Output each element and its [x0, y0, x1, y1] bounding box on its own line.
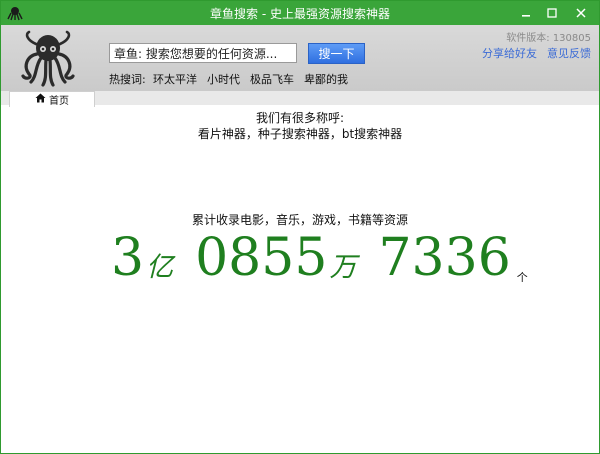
- intro-heading: 我们有很多称呼:: [255, 111, 345, 125]
- header: 搜一下 热搜词: 环太平洋 小时代 极品飞车 卑鄙的我 软件版本: 130805…: [1, 25, 599, 91]
- octopus-logo-icon: [19, 30, 77, 88]
- unit-yi: 亿: [146, 252, 174, 283]
- search-button[interactable]: 搜一下: [308, 43, 365, 64]
- tab-home-label: 首页: [49, 96, 69, 107]
- maximize-icon: [547, 3, 557, 22]
- share-link[interactable]: 分享给好友: [482, 45, 537, 61]
- count-ge: 7336: [378, 228, 511, 288]
- minimize-button[interactable]: [513, 2, 539, 22]
- home-icon: [35, 93, 46, 106]
- version-label: 软件版本: 130805: [506, 33, 591, 44]
- hot-word-link[interactable]: 环太平洋: [153, 71, 197, 87]
- main-content: 我们有很多称呼: 看片神器，种子搜索神器，bt搜索神器 累计收录电影，音乐，游戏…: [1, 107, 599, 453]
- search-input[interactable]: [109, 43, 297, 63]
- maximize-button[interactable]: [539, 2, 565, 22]
- hot-search-label: 热搜词:: [109, 73, 146, 86]
- tab-home[interactable]: 首页: [9, 91, 95, 107]
- minimize-icon: [521, 3, 531, 22]
- title-bar[interactable]: 章鱼搜索 - 史上最强资源搜索神器: [1, 1, 599, 25]
- stats-caption: 累计收录电影，音乐，游戏，书籍等资源: [191, 213, 408, 227]
- resource-count: 3 亿 0855 万 7336 个: [111, 227, 528, 289]
- hot-search-list: 环太平洋 小时代 极品飞车 卑鄙的我: [153, 71, 348, 87]
- feedback-link[interactable]: 意见反馈: [547, 45, 591, 61]
- unit-ge: 个: [516, 271, 528, 284]
- intro-subtitle: 看片神器，种子搜索神器，bt搜索神器: [197, 127, 403, 141]
- hot-word-link[interactable]: 极品飞车: [250, 71, 294, 87]
- close-icon: [576, 3, 586, 22]
- hot-word-link[interactable]: 卑鄙的我: [304, 71, 348, 87]
- count-yi: 3: [111, 228, 145, 288]
- top-links: 分享给好友 意见反馈: [482, 45, 591, 61]
- window-title: 章鱼搜索 - 史上最强资源搜索神器: [210, 7, 390, 21]
- app-window: 章鱼搜索 - 史上最强资源搜索神器 章鱼: 搜索您想要的任何资源... 搜一下 …: [0, 0, 600, 454]
- hot-word-link[interactable]: 小时代: [207, 71, 240, 87]
- close-button[interactable]: [565, 2, 597, 22]
- count-wan: 0855: [195, 228, 328, 288]
- unit-wan: 万: [329, 252, 357, 283]
